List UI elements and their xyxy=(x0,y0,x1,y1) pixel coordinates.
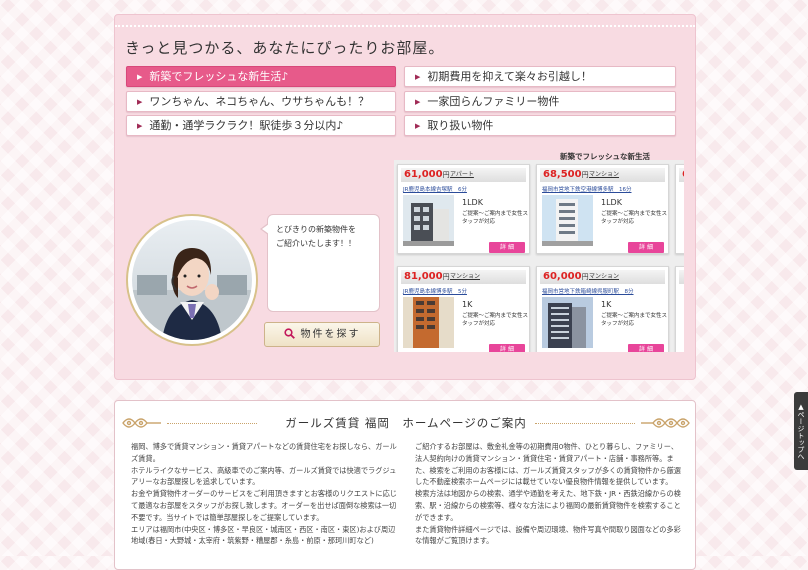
building-photo xyxy=(403,195,454,246)
detail-button[interactable]: 詳 細 xyxy=(628,344,664,352)
station-link[interactable]: 福岡市営地下鉄空港線博多駅 16分 xyxy=(542,185,632,193)
building-photo xyxy=(542,195,593,246)
property-card[interactable]: 81,000円 マンション JR鹿児島本線博多駅 5分 1K ご提案〜ご案内まで… xyxy=(397,266,530,352)
property-type[interactable]: アパート xyxy=(450,168,474,182)
menu-label: 新築でフレッシュな新生活♪ xyxy=(149,70,289,83)
card-note: ご提案〜ご案内まで女性スタッフが対応 xyxy=(462,211,529,225)
ornament-right-icon xyxy=(641,418,690,428)
price: 61,000円 xyxy=(404,168,450,182)
menu-near-station[interactable]: ▶ 通勤・通学ラクラク！駅徒歩３分以内♪ xyxy=(126,115,396,136)
station-link[interactable]: JR鹿児島本線吉塚駅 6分 xyxy=(403,185,467,193)
property-card-partial[interactable]: 6 xyxy=(675,164,684,254)
price-bar: 81,000円 マンション xyxy=(401,270,526,284)
menu-pets-allowed[interactable]: ▶ ワンちゃん、ネコちゃん、ウサちゃんも！？ xyxy=(126,91,396,112)
card-note: ご提案〜ご案内まで女性スタッフが対応 xyxy=(462,313,529,327)
arrow-right-icon: ▶ xyxy=(137,98,143,106)
arrow-right-icon: ▶ xyxy=(415,122,421,130)
price-value: 6 xyxy=(682,168,684,182)
search-icon xyxy=(283,325,295,348)
price-unit: 円 xyxy=(581,171,589,179)
speech-bubble: とびきりの新築物件を ご紹介いたします！！ xyxy=(260,214,380,312)
price: 68,500円 xyxy=(543,168,589,182)
price-value: 60,000 xyxy=(543,271,582,282)
bubble-text: とびきりの新築物件を ご紹介いたします！！ xyxy=(276,225,356,248)
menu-family[interactable]: ▶ 一家団らんファミリー物件 xyxy=(404,91,676,112)
divider-line xyxy=(535,423,635,424)
price: 60,000円 xyxy=(543,270,589,284)
price: 81,000円 xyxy=(404,270,450,284)
menu-label: 通勤・通学ラクラク！駅徒歩３分以内♪ xyxy=(149,119,344,132)
floor-plan-type: 1K xyxy=(601,300,612,309)
property-type[interactable]: マンション xyxy=(589,168,619,182)
price-value: 81,000 xyxy=(404,271,443,282)
price-bar: 6 xyxy=(679,168,684,182)
menu-all-properties[interactable]: ▶ 取り扱い物件 xyxy=(404,115,676,136)
staff-illustration xyxy=(132,248,252,340)
guide-section: ガールズ賃貸 福岡 ホームページのご案内 福岡、博多で賃貸マンション・賃貸アパー… xyxy=(114,400,696,570)
property-card[interactable]: 68,500円 マンション 福岡市営地下鉄空港線博多駅 16分 1LDK ご提案… xyxy=(536,164,669,254)
staff-photo xyxy=(126,214,258,346)
guide-text-right: ご紹介するお部屋は、敷金礼金等の初期費用0物件、ひとり暮らし、ファミリー、法人契… xyxy=(415,442,681,546)
property-type[interactable]: マンション xyxy=(589,270,619,284)
menu-label: 取り扱い物件 xyxy=(427,119,494,132)
guide-text-left: 福岡、博多で賃貸マンション・賃貸アパートなどの賃貸住宅をお探しなら、ガールズ賃貸… xyxy=(131,442,397,546)
menu-label: 一家団らんファミリー物件 xyxy=(427,95,560,108)
price-unit: 円 xyxy=(581,273,589,281)
floor-plan-type: 1LDK xyxy=(462,198,483,207)
price-bar: 68,500円 マンション xyxy=(540,168,665,182)
staff-photo-image xyxy=(132,220,252,340)
station-link[interactable]: JR鹿児島本線博多駅 5分 xyxy=(403,287,467,295)
menu-low-initial-cost[interactable]: ▶ 初期費用を抑えて楽々お引越し！ xyxy=(404,66,676,87)
price-unit: 円 xyxy=(442,273,450,281)
price-value: 61,000 xyxy=(404,169,443,180)
price-bar: 60,000円 マンション xyxy=(540,270,665,284)
panel-top-border xyxy=(115,15,695,27)
price-value: 68,500 xyxy=(543,169,582,180)
floor-plan-type: 1K xyxy=(462,300,473,309)
price-bar xyxy=(679,270,684,284)
arrow-right-icon: ▶ xyxy=(415,98,421,106)
property-card-partial[interactable] xyxy=(675,266,684,352)
menu-label: 初期費用を抑えて楽々お引越し！ xyxy=(427,70,592,83)
arrow-right-icon: ▶ xyxy=(137,122,143,130)
page-headline: きっと見つかる、あなたにぴったりお部屋。 xyxy=(125,39,445,57)
property-search-button[interactable]: 物件を探す xyxy=(264,322,380,347)
detail-button[interactable]: 詳 細 xyxy=(628,242,664,253)
arrow-right-icon: ▶ xyxy=(137,73,143,81)
arrow-up-icon: ▲ xyxy=(797,402,805,411)
building-photo xyxy=(542,297,593,348)
page-top-label: ページトップへ xyxy=(797,410,805,460)
floor-plan-type: 1LDK xyxy=(601,198,622,207)
menu-new-build[interactable]: ▶ 新築でフレッシュな新生活♪ xyxy=(126,66,396,87)
card-note: ご提案〜ご案内まで女性スタッフが対応 xyxy=(601,211,668,225)
building-photo xyxy=(403,297,454,348)
menu-label: ワンちゃん、ネコちゃん、ウサちゃんも！？ xyxy=(149,95,370,108)
arrow-right-icon: ▶ xyxy=(415,73,421,81)
card-note: ご提案〜ご案内まで女性スタッフが対応 xyxy=(601,313,668,327)
detail-button[interactable]: 詳 細 xyxy=(489,242,525,253)
property-card[interactable]: 60,000円 マンション 福岡市営地下鉄箱崎線呉服町駅 8分 1K ご提案〜ご… xyxy=(536,266,669,352)
property-card[interactable]: 61,000円 アパート JR鹿児島本線吉塚駅 6分 1LDK ご提案〜ご案内ま… xyxy=(397,164,530,254)
price-unit: 円 xyxy=(442,171,450,179)
page-top-button[interactable]: ▲ページトップへ xyxy=(794,392,808,470)
price-bar: 61,000円 アパート xyxy=(401,168,526,182)
station-link[interactable]: 福岡市営地下鉄箱崎線呉服町駅 8分 xyxy=(542,287,634,295)
property-carousel: 61,000円 アパート JR鹿児島本線吉塚駅 6分 1LDK ご提案〜ご案内ま… xyxy=(394,160,684,352)
search-button-label: 物件を探す xyxy=(300,329,361,340)
property-type[interactable]: マンション xyxy=(450,270,480,284)
detail-button[interactable]: 詳 細 xyxy=(489,344,525,352)
